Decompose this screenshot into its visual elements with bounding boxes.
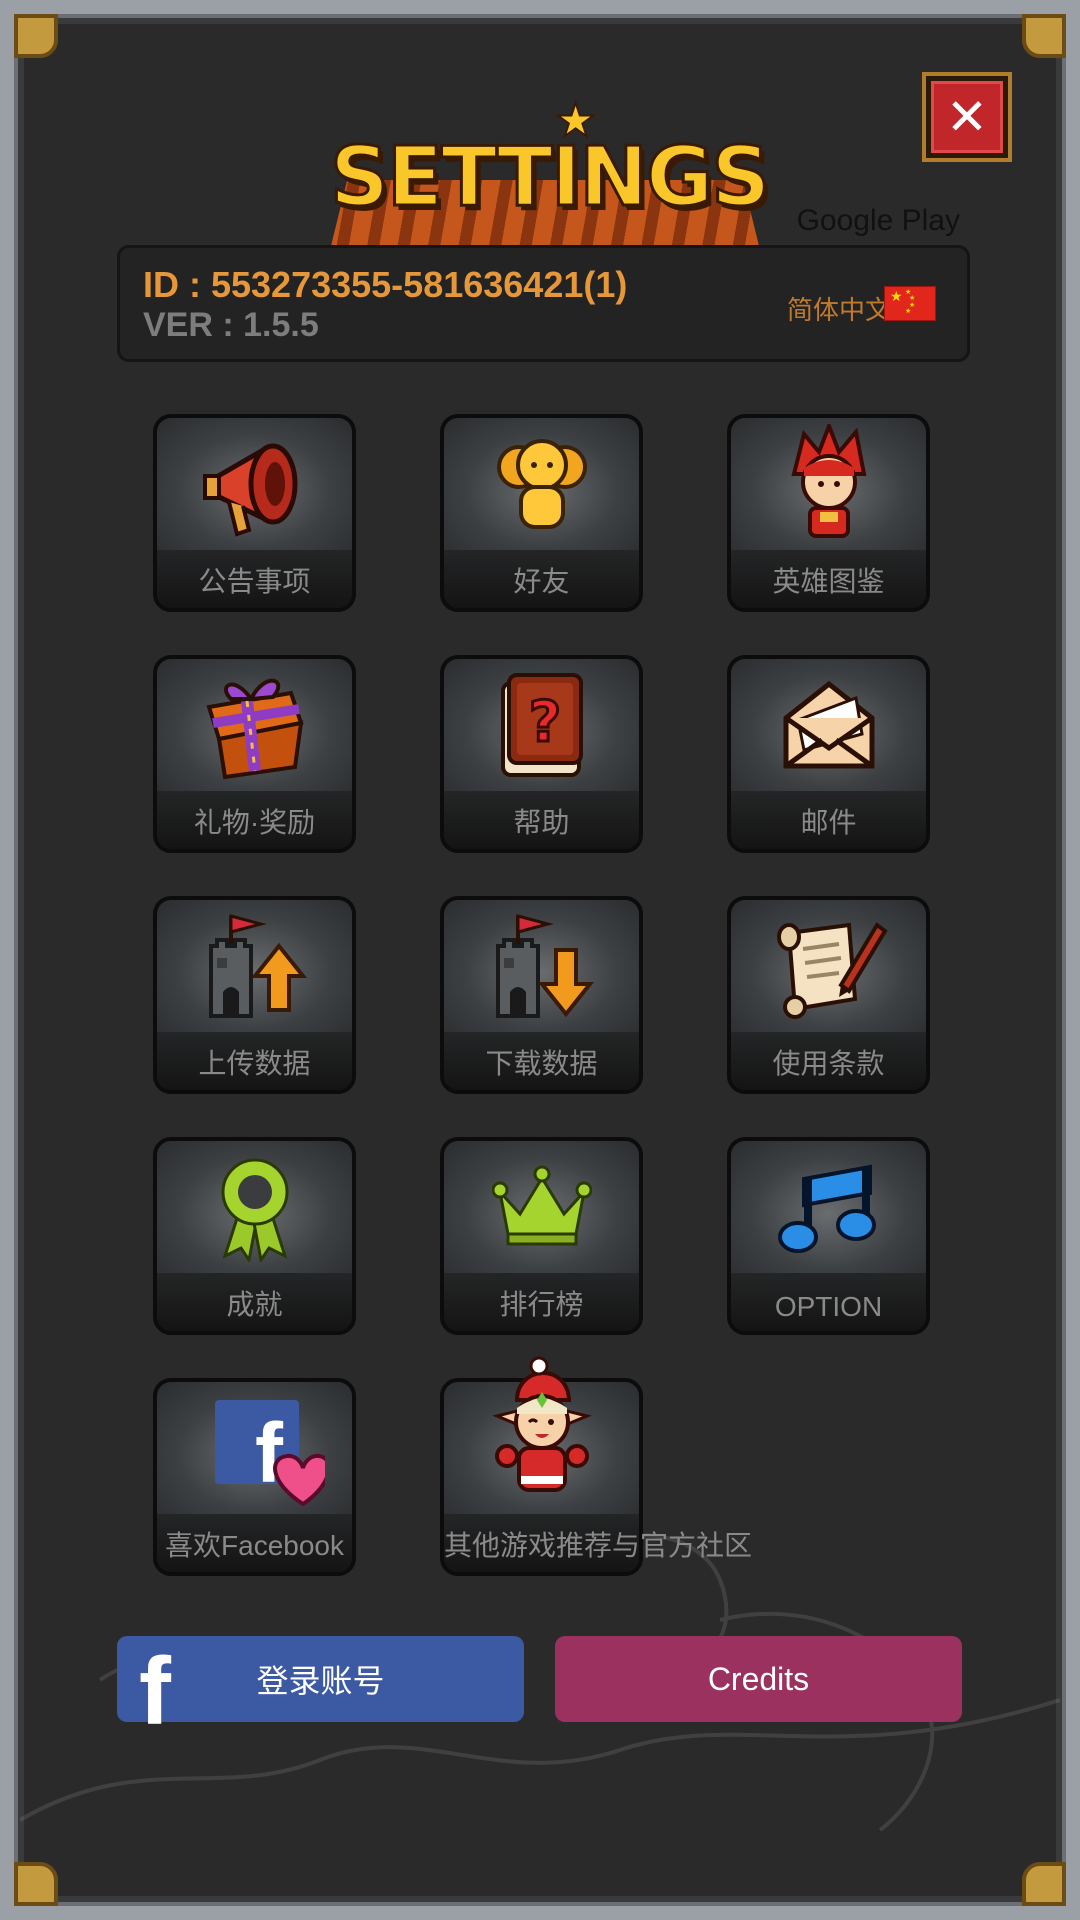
tile-label: 英雄图鉴 <box>772 566 885 597</box>
tile-label: 其他游戏推荐与官方社区 <box>444 1530 753 1561</box>
music-note-icon <box>731 1141 926 1273</box>
help-book-icon: ? <box>444 659 639 791</box>
tile-label: 下载数据 <box>485 1048 598 1079</box>
language-label[interactable]: 简体中文 <box>787 290 891 327</box>
star-icon: ★ <box>554 93 597 147</box>
mail-icon <box>731 659 926 791</box>
close-button[interactable]: ✕ <box>922 72 1012 162</box>
facebook-login-label: 登录账号 <box>256 1663 385 1699</box>
account-info-panel: ID : 553273355-581636421(1) VER : 1.5.5 … <box>117 245 970 362</box>
tile-label: 上传数据 <box>198 1048 311 1079</box>
store-label: Google Play <box>796 204 960 237</box>
tile-mail[interactable]: 邮件 <box>727 655 930 853</box>
award-ribbon-icon <box>157 1141 352 1273</box>
tile-upload-data[interactable]: 上传数据 <box>153 896 356 1094</box>
china-flag-icon[interactable]: ★ ★ ★ ★ ★ <box>884 286 936 321</box>
frame-corner <box>14 14 58 58</box>
tile-leaderboard[interactable]: 排行榜 <box>440 1137 643 1335</box>
tile-friends[interactable]: 好友 <box>440 414 643 612</box>
tile-label: 排行榜 <box>499 1289 584 1320</box>
page-title: SETTINGS <box>329 129 772 227</box>
close-icon: ✕ <box>931 81 1003 153</box>
tile-other-games[interactable]: 其他游戏推荐与官方社区 <box>440 1356 753 1576</box>
player-id: ID : 553273355-581636421(1) <box>143 264 628 305</box>
tile-terms[interactable]: 使用条款 <box>727 896 930 1094</box>
facebook-icon: f <box>139 1638 171 1745</box>
tile-help[interactable]: ? 帮助 <box>440 655 643 853</box>
credits-button[interactable]: Credits <box>555 1636 962 1722</box>
tile-label: OPTION <box>774 1291 883 1322</box>
crown-icon <box>444 1141 639 1273</box>
frame-corner <box>1022 14 1066 58</box>
elf-character-icon <box>444 1348 639 1514</box>
tile-label: 帮助 <box>513 807 570 838</box>
tile-download-data[interactable]: 下载数据 <box>440 896 643 1094</box>
megaphone-icon <box>157 418 352 550</box>
tile-label: 邮件 <box>800 807 857 838</box>
settings-title-logo: SETTINGS ★ <box>329 93 772 250</box>
tile-label: 礼物·奖励 <box>193 807 316 838</box>
tile-hero-guide[interactable]: 英雄图鉴 <box>727 414 930 612</box>
tile-label: 成就 <box>226 1289 283 1320</box>
credits-label: Credits <box>707 1660 810 1697</box>
tile-label: 喜欢Facebook <box>165 1530 344 1561</box>
tile-facebook-like[interactable]: f 喜欢Facebook <box>153 1378 356 1576</box>
gift-icon <box>157 659 352 791</box>
svg-text:?: ? <box>528 690 560 755</box>
castle-download-icon <box>444 900 639 1032</box>
friends-icon <box>444 418 639 550</box>
hero-icon <box>731 418 926 550</box>
tile-label: 公告事项 <box>198 566 311 597</box>
tile-achievements[interactable]: 成就 <box>153 1137 356 1335</box>
tile-label: 使用条款 <box>772 1048 885 1079</box>
facebook-like-icon: f <box>157 1382 352 1514</box>
tile-label: 好友 <box>513 566 570 597</box>
tile-option[interactable]: OPTION <box>727 1137 930 1335</box>
castle-upload-icon <box>157 900 352 1032</box>
tile-notice[interactable]: 公告事项 <box>153 414 356 612</box>
version-text: VER : 1.5.5 <box>143 306 319 344</box>
facebook-login-button[interactable]: f 登录账号 <box>117 1636 524 1740</box>
tile-gift[interactable]: 礼物·奖励 <box>153 655 356 853</box>
scroll-icon <box>731 900 926 1032</box>
